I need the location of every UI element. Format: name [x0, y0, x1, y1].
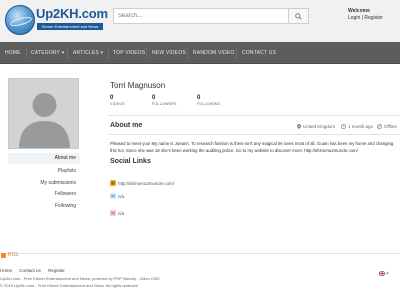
footer-links: Home Contact us Register: [0, 268, 71, 273]
login-link[interactable]: Login: [348, 15, 360, 21]
section-divider: [108, 134, 400, 135]
social-link-facebook-text: n/a: [118, 210, 125, 216]
logo-tagline: Khmer Entertainment and News: [37, 23, 103, 30]
nav-home[interactable]: HOME: [0, 42, 26, 64]
nav-articles[interactable]: ARTICLES ▾: [73, 42, 103, 64]
social-link-twitter-text: n/a: [118, 193, 125, 199]
status-icon: [377, 124, 382, 129]
facebook-icon: [110, 210, 116, 216]
stat-followers-label: FOLLOWERS: [152, 102, 177, 106]
menu-about-me[interactable]: About me: [8, 153, 80, 164]
avatar[interactable]: [8, 78, 79, 149]
footer-powered-by: Up2kh.com - Free Khmer Entertainment and…: [0, 276, 160, 281]
social-link-facebook[interactable]: n/a: [110, 210, 124, 216]
chevron-down-icon: [386, 272, 389, 274]
online-status: Offline: [377, 124, 397, 129]
rss-text: RSS: [8, 252, 19, 258]
main-nav: HOME CATEGORY ▾ ARTICLES ▾ TOP VIDEOS NE…: [0, 42, 400, 64]
stat-followers[interactable]: 0 FOLLOWERS: [152, 95, 177, 106]
nav-divider: [146, 47, 147, 59]
rss-icon: [1, 252, 6, 258]
stat-videos-count: 0: [110, 95, 114, 101]
social-link-website-text: http://shirsenu2muscle.com/: [118, 180, 175, 186]
search-input[interactable]: [114, 9, 286, 23]
footer-divider: [0, 253, 400, 254]
link-separator: |: [361, 15, 363, 21]
account-links: Login | Register: [348, 15, 383, 21]
nav-divider: [187, 47, 188, 59]
profile-name: Torri Magnuson: [110, 81, 166, 90]
nav-divider: [236, 47, 237, 59]
status-text: Offline: [384, 124, 397, 129]
clock-icon: [341, 124, 346, 129]
site-logo[interactable]: Up2KH.com Khmer Entertainment and News: [5, 5, 108, 35]
last-seen: 1 month ago: [341, 124, 373, 129]
rss-link[interactable]: RSS: [1, 252, 18, 258]
social-link-twitter[interactable]: n/a: [110, 193, 124, 199]
last-seen-text: 1 month ago: [348, 124, 374, 129]
nav-contact-us[interactable]: CONTACT US: [242, 42, 276, 64]
footer-link-register[interactable]: Register: [48, 268, 65, 273]
stat-following[interactable]: 0 FOLLOWING: [197, 95, 221, 106]
location-text: United Kingdom: [303, 124, 336, 129]
nav-random-video[interactable]: RANDOM VIDEO: [193, 42, 235, 64]
nav-divider: [67, 47, 68, 59]
nav-top-videos[interactable]: TOP VIDEOS: [113, 42, 145, 64]
default-user-icon: [9, 79, 78, 148]
uk-flag-icon: [379, 270, 386, 276]
header-bar: Up2KH.com Khmer Entertainment and News W…: [0, 0, 400, 42]
nav-category[interactable]: CATEGORY ▾: [31, 42, 64, 64]
stat-videos[interactable]: 0 VIDEOS: [110, 95, 125, 106]
nav-divider: [26, 47, 27, 59]
stat-following-label: FOLLOWING: [197, 102, 221, 106]
website-icon: [110, 180, 116, 186]
search-icon: [295, 12, 302, 20]
menu-playlists[interactable]: Playlists: [8, 166, 80, 177]
nav-divider: [108, 47, 109, 59]
stat-following-count: 0: [197, 95, 201, 101]
stat-videos-label: VIDEOS: [110, 102, 126, 106]
search-button[interactable]: [288, 9, 308, 23]
social-links-title: Social Links: [110, 158, 151, 165]
bio-text: Pleased to meet you! My name is Joeann. …: [110, 141, 394, 153]
globe-logo-icon: [5, 5, 35, 35]
logo-text: Up2KH.com: [36, 6, 108, 21]
nav-new-videos[interactable]: NEW VIDEOS: [152, 42, 186, 64]
about-title: About me: [110, 122, 143, 129]
welcome-text: Welcome: [348, 8, 370, 14]
twitter-icon: [110, 193, 116, 199]
footer-copyright: © 2015 Up2kh.com - Free Khmer Entertainm…: [0, 283, 138, 288]
section-divider: [108, 115, 400, 116]
map-pin-icon: [297, 124, 301, 129]
language-selector[interactable]: [379, 270, 389, 276]
menu-following[interactable]: Following: [8, 201, 80, 212]
footer-link-home[interactable]: Home: [0, 268, 12, 273]
menu-followers[interactable]: Followers: [8, 189, 80, 200]
social-link-website[interactable]: http://shirsenu2muscle.com/: [110, 180, 174, 186]
search-box: [113, 8, 309, 24]
menu-my-submissions[interactable]: My submissions: [8, 178, 80, 189]
register-link[interactable]: Register: [364, 15, 383, 21]
stat-followers-count: 0: [152, 95, 156, 101]
footer-link-contact[interactable]: Contact us: [19, 268, 41, 273]
location: United Kingdom: [297, 124, 335, 129]
